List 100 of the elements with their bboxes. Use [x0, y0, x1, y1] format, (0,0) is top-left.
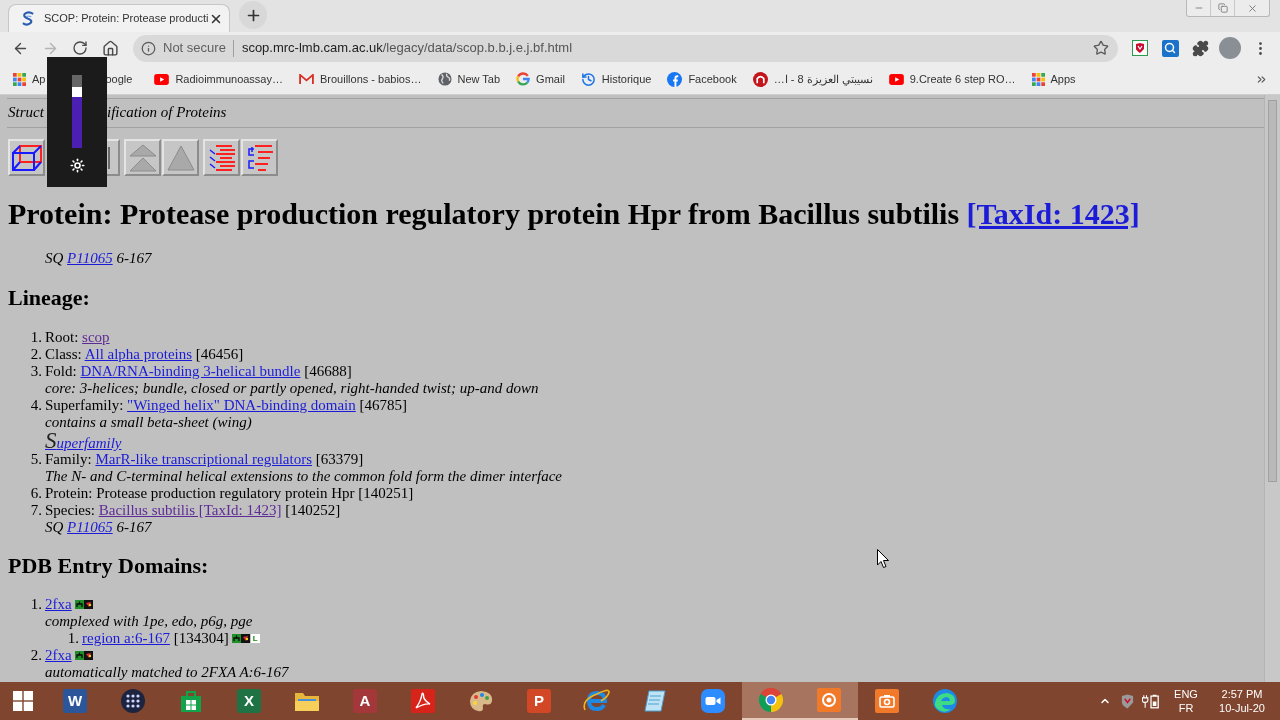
bookmark-item[interactable]: نسيبتي العزيزة 8 - ا… — [744, 66, 881, 92]
notepad-icon — [643, 689, 667, 713]
molecule-icon — [231, 634, 241, 643]
lineage-note: core: 3-helices; bundle, closed or partly opened, right-handed twist; up-and down — [45, 380, 539, 397]
language-indicator[interactable]: ENG FR — [1168, 687, 1204, 715]
shield-icon[interactable] — [1132, 40, 1148, 56]
folder-icon — [294, 690, 320, 712]
slider-thumb[interactable] — [72, 86, 82, 97]
bookmark-item[interactable]: Historique — [572, 66, 660, 92]
sequence-link[interactable]: P11065 — [67, 519, 113, 535]
bookmark-item[interactable]: Gmail — [508, 66, 573, 92]
sequence-line: SQ P11065 6-167 — [45, 250, 152, 267]
ribbon-icon — [83, 651, 93, 660]
bookmark-item[interactable]: New Tab — [429, 66, 509, 92]
pdb-entry-link[interactable]: 2fxa — [45, 647, 72, 664]
bookmark-item[interactable]: Ap — [13, 66, 46, 92]
list-number: 5. — [29, 451, 43, 469]
taskbar-app-button[interactable]: A — [336, 682, 394, 720]
superfamily-link[interactable]: Superfamily — [45, 431, 122, 451]
lineage-note: The N- and C-terminal helical extensions to the common fold form the dimer interface — [45, 468, 562, 485]
taskbar-app-button[interactable]: P — [510, 682, 568, 720]
camera-icon — [875, 689, 899, 713]
reload-icon — [72, 40, 88, 56]
site-title: Struct — [8, 103, 44, 120]
list-number: 1. — [29, 596, 43, 614]
address-bar[interactable]: Not secure scop.mrc-lmb.cam.ac.uk/legacy/data/scop.b.b.j.e.j.bf.html — [133, 34, 1118, 62]
bookmark-item[interactable]: Radioimmunoassay… — [146, 66, 291, 92]
video-camera-icon — [701, 689, 725, 713]
toolbar-button[interactable] — [203, 139, 240, 176]
sequence-line: SQ P11065 6-167 — [45, 519, 152, 536]
toolbar-button[interactable] — [241, 139, 278, 176]
extensions-icon[interactable] — [1191, 39, 1209, 57]
apps-grid-icon — [1031, 72, 1045, 86]
shopping-bag-icon — [179, 689, 203, 713]
history-icon — [580, 71, 596, 87]
list-number: 1. — [29, 329, 43, 346]
lineage-entry: Class: All alpha proteins [46456] — [45, 346, 244, 363]
list-number: 7. — [29, 502, 43, 520]
home-icon — [101, 39, 119, 57]
scrollbar-thumb[interactable] — [1268, 100, 1277, 482]
bookmark-item[interactable]: Facebook — [659, 66, 745, 92]
site-title: ification of Proteins — [107, 103, 227, 121]
lineage-entry: Superfamily: "Winged helix" DNA-binding domain [46785] — [45, 397, 408, 414]
double-up-triangle-icon — [128, 143, 157, 172]
lineage-link[interactable]: Bacillus subtilis [TaxId: 1423] — [98, 502, 282, 518]
google-icon — [516, 72, 531, 86]
play-icon — [154, 73, 170, 85]
ribbon-icon — [240, 634, 250, 643]
battery-plug-icon[interactable] — [1142, 693, 1160, 709]
lineage-link[interactable]: scop — [82, 329, 110, 345]
page-heading: Protein: Protease production regulatory protein Hpr from Bacillus subtilis [TaxId: 1423] — [8, 197, 1140, 231]
section-heading: PDB Entry Domains: — [8, 554, 209, 578]
list-number: 3. — [29, 363, 43, 381]
up-triangle-icon — [166, 144, 195, 171]
facebook-icon — [667, 71, 683, 87]
bookmark-item[interactable]: Apps — [1023, 66, 1084, 92]
info-icon[interactable] — [141, 40, 156, 56]
taskbar-app-button[interactable]: X — [220, 682, 278, 720]
molecule-icon — [74, 651, 84, 660]
list-number: 2. — [29, 647, 43, 665]
mouse-cursor-icon — [877, 549, 889, 568]
scrollbar[interactable] — [1264, 95, 1280, 682]
wireframe-cube-icon — [11, 144, 42, 171]
lineage-link[interactable]: All alpha proteins — [84, 346, 193, 362]
new-tab-button[interactable] — [239, 1, 267, 29]
browser-logo-icon — [759, 688, 783, 712]
toolbar-button[interactable] — [8, 139, 45, 176]
search-icon[interactable] — [1161, 39, 1179, 57]
letter-e-ring-icon — [583, 688, 611, 714]
pdb-entry-link[interactable]: 2fxa — [45, 596, 72, 613]
taskbar-app-button[interactable] — [800, 682, 858, 720]
shield-icon[interactable] — [1121, 693, 1134, 709]
lines-arrows-icon — [207, 143, 236, 172]
bookmark-item[interactable]: Brouillons - babios… — [291, 66, 430, 92]
molecule-icon — [74, 600, 84, 609]
browser-tab[interactable]: SCOP: Protein: Protease producti — [8, 4, 230, 32]
clock[interactable]: 2:57 PM 10-Jul-20 — [1212, 687, 1272, 715]
bookmark-item[interactable]: 9.Create 6 step RO… — [880, 66, 1024, 92]
lineage-entry: Species: Bacillus subtilis [TaxId: 1423] [140252] — [45, 502, 341, 519]
button-edge-icon — [108, 146, 110, 169]
restore-icon — [1217, 3, 1228, 13]
brightness-slider[interactable] — [72, 75, 82, 148]
taxid-link[interactable]: [TaxId: 1423] — [966, 197, 1140, 230]
bookmark-star-icon[interactable] — [1093, 40, 1109, 56]
ribbon-icon — [83, 600, 93, 609]
region-link[interactable]: region a:6-167 — [82, 630, 170, 646]
lineage-link[interactable]: MarR-like transcriptional regulators — [95, 451, 313, 467]
lineage-entry: Fold: DNA/RNA-binding 3-helical bundle [46688] — [45, 363, 352, 380]
section-heading: Lineage: — [8, 286, 90, 310]
list-number: 4. — [29, 397, 43, 415]
avatar-icon[interactable] — [1219, 37, 1241, 59]
lineage-link[interactable]: DNA/RNA-binding 3-helical bundle — [80, 363, 301, 379]
swirl-tile-icon — [411, 689, 435, 713]
taskbar-app-button[interactable]: W — [46, 682, 104, 720]
entry-note: complexed with 1pe, edo, p6g, pge — [45, 613, 253, 630]
lineage-link[interactable]: "Winged helix" DNA-binding domain — [127, 397, 356, 413]
toolbar-button[interactable] — [107, 139, 120, 176]
play-icon — [888, 73, 904, 85]
sequence-link[interactable]: P11065 — [67, 250, 113, 266]
apps-grid-icon — [13, 72, 26, 86]
